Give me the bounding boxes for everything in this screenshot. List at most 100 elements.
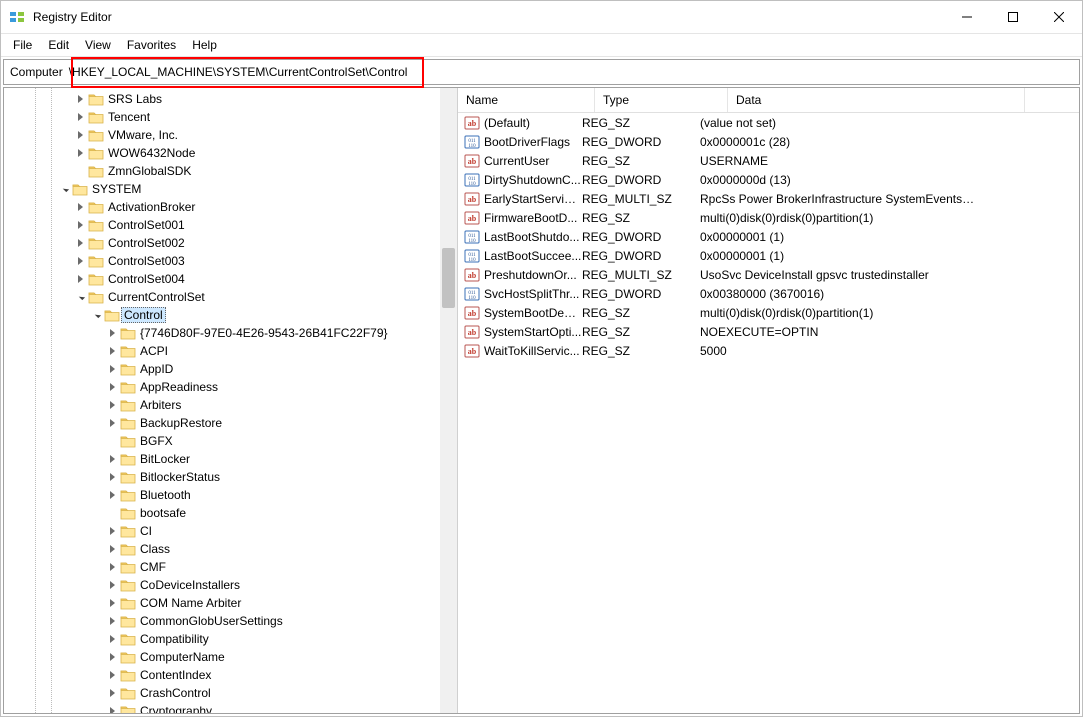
tree-item[interactable]: CrashControl (4, 684, 457, 702)
expand-icon[interactable] (74, 237, 86, 249)
value-row[interactable]: 011110LastBootSuccee...REG_DWORD0x000000… (458, 246, 1079, 265)
tree-item[interactable]: ControlSet002 (4, 234, 457, 252)
expand-icon[interactable] (106, 345, 118, 357)
expand-icon[interactable] (74, 219, 86, 231)
expand-icon[interactable] (106, 399, 118, 411)
expand-icon[interactable] (106, 705, 118, 713)
expand-icon[interactable] (74, 93, 86, 105)
expand-icon[interactable] (106, 597, 118, 609)
expand-icon[interactable] (74, 129, 86, 141)
expand-icon[interactable] (74, 201, 86, 213)
column-name[interactable]: Name (458, 88, 595, 112)
tree-item[interactable]: VMware, Inc. (4, 126, 457, 144)
value-row[interactable]: abPreshutdownOr...REG_MULTI_SZUsoSvc Dev… (458, 265, 1079, 284)
value-row[interactable]: abFirmwareBootD...REG_SZmulti(0)disk(0)r… (458, 208, 1079, 227)
menu-help[interactable]: Help (184, 36, 225, 54)
expand-icon[interactable] (106, 363, 118, 375)
tree-item[interactable]: CommonGlobUserSettings (4, 612, 457, 630)
value-row[interactable]: ab(Default)REG_SZ(value not set) (458, 113, 1079, 132)
value-row[interactable]: 011110SvcHostSplitThr...REG_DWORD0x00380… (458, 284, 1079, 303)
tree-item[interactable]: SYSTEM (4, 180, 457, 198)
expand-placeholder (106, 435, 118, 447)
value-row[interactable]: 011110LastBootShutdo...REG_DWORD0x000000… (458, 227, 1079, 246)
collapse-icon[interactable] (90, 309, 102, 321)
expand-icon[interactable] (74, 273, 86, 285)
address-bar[interactable]: Computer\HKEY_LOCAL_MACHINE\SYSTEM\Curre… (3, 59, 1080, 85)
tree-item[interactable]: Tencent (4, 108, 457, 126)
expand-icon[interactable] (106, 669, 118, 681)
menu-edit[interactable]: Edit (40, 36, 77, 54)
expand-icon[interactable] (106, 327, 118, 339)
value-row[interactable]: abWaitToKillServic...REG_SZ5000 (458, 341, 1079, 360)
tree-item[interactable]: ControlSet001 (4, 216, 457, 234)
tree-item[interactable]: Arbiters (4, 396, 457, 414)
close-button[interactable] (1036, 1, 1082, 33)
expand-icon[interactable] (106, 417, 118, 429)
expand-icon[interactable] (106, 687, 118, 699)
tree-item[interactable]: CI (4, 522, 457, 540)
tree-item[interactable]: AppReadiness (4, 378, 457, 396)
tree-item[interactable]: CMF (4, 558, 457, 576)
tree-item[interactable]: {7746D80F-97E0-4E26-9543-26B41FC22F79} (4, 324, 457, 342)
value-row[interactable]: abSystemBootDevi...REG_SZmulti(0)disk(0)… (458, 303, 1079, 322)
expand-icon[interactable] (106, 615, 118, 627)
expand-icon[interactable] (106, 633, 118, 645)
expand-icon[interactable] (106, 561, 118, 573)
tree-item[interactable]: BGFX (4, 432, 457, 450)
menu-view[interactable]: View (77, 36, 119, 54)
tree-item[interactable]: ComputerName (4, 648, 457, 666)
tree-item[interactable]: BitlockerStatus (4, 468, 457, 486)
tree-item[interactable]: COM Name Arbiter (4, 594, 457, 612)
expand-icon[interactable] (74, 111, 86, 123)
tree-scrollbar[interactable] (440, 88, 457, 713)
value-row[interactable]: 011110DirtyShutdownC...REG_DWORD0x000000… (458, 170, 1079, 189)
value-row[interactable]: abSystemStartOpti...REG_SZ NOEXECUTE=OPT… (458, 322, 1079, 341)
expand-icon[interactable] (106, 489, 118, 501)
expand-icon[interactable] (74, 255, 86, 267)
expand-icon[interactable] (106, 381, 118, 393)
value-row[interactable]: abEarlyStartServicesREG_MULTI_SZRpcSs Po… (458, 189, 1079, 208)
expand-icon[interactable] (106, 453, 118, 465)
tree-item[interactable]: AppID (4, 360, 457, 378)
tree-item[interactable]: Compatibility (4, 630, 457, 648)
maximize-button[interactable] (990, 1, 1036, 33)
menu-favorites[interactable]: Favorites (119, 36, 184, 54)
tree-item[interactable]: SRS Labs (4, 90, 457, 108)
minimize-button[interactable] (944, 1, 990, 33)
collapse-icon[interactable] (58, 183, 70, 195)
value-type: REG_DWORD (582, 230, 700, 244)
tree-item[interactable]: ControlSet004 (4, 270, 457, 288)
tree-item[interactable]: BackupRestore (4, 414, 457, 432)
tree-item[interactable]: ZmnGlobalSDK (4, 162, 457, 180)
tree-item[interactable]: Cryptography (4, 702, 457, 713)
tree-item[interactable]: WOW6432Node (4, 144, 457, 162)
value-name: DirtyShutdownC... (484, 173, 582, 187)
expand-icon[interactable] (74, 147, 86, 159)
tree-item[interactable]: ControlSet003 (4, 252, 457, 270)
value-row[interactable]: 011110BootDriverFlagsREG_DWORD0x0000001c… (458, 132, 1079, 151)
expand-icon[interactable] (106, 579, 118, 591)
expand-icon[interactable] (106, 471, 118, 483)
tree-item[interactable]: CoDeviceInstallers (4, 576, 457, 594)
folder-icon (88, 236, 104, 250)
column-type[interactable]: Type (595, 88, 728, 112)
registry-tree[interactable]: SRS LabsTencentVMware, Inc.WOW6432NodeZm… (4, 88, 457, 713)
tree-item[interactable]: ContentIndex (4, 666, 457, 684)
tree-item[interactable]: CurrentControlSet (4, 288, 457, 306)
tree-item[interactable]: ActivationBroker (4, 198, 457, 216)
tree-item[interactable]: Bluetooth (4, 486, 457, 504)
values-list[interactable]: ab(Default)REG_SZ(value not set)011110Bo… (458, 113, 1079, 713)
expand-icon[interactable] (106, 543, 118, 555)
tree-item[interactable]: ACPI (4, 342, 457, 360)
values-header[interactable]: Name Type Data (458, 88, 1079, 113)
expand-icon[interactable] (106, 651, 118, 663)
tree-item[interactable]: Class (4, 540, 457, 558)
tree-item[interactable]: Control (4, 306, 457, 324)
collapse-icon[interactable] (74, 291, 86, 303)
tree-item[interactable]: BitLocker (4, 450, 457, 468)
value-row[interactable]: abCurrentUserREG_SZUSERNAME (458, 151, 1079, 170)
tree-item[interactable]: bootsafe (4, 504, 457, 522)
expand-icon[interactable] (106, 525, 118, 537)
column-data[interactable]: Data (728, 88, 1025, 112)
menu-file[interactable]: File (5, 36, 40, 54)
